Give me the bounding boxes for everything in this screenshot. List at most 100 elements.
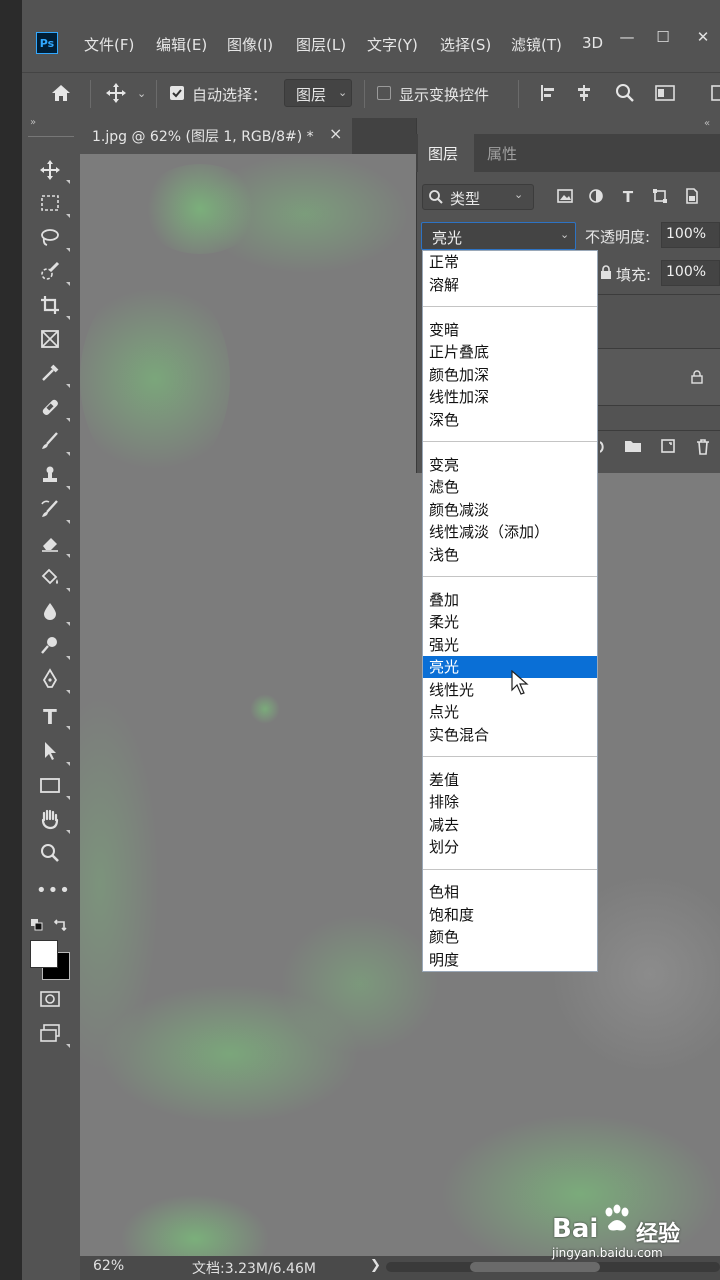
- chevron-down-icon[interactable]: ⌄: [137, 87, 146, 100]
- move-tool-icon[interactable]: [104, 81, 128, 105]
- menu-select[interactable]: 选择(S): [440, 34, 491, 55]
- blend-option[interactable]: 划分: [423, 836, 597, 858]
- photoshop-logo[interactable]: Ps: [36, 32, 58, 54]
- swap-colors-icon[interactable]: [52, 917, 68, 933]
- menu-separator: [423, 306, 597, 307]
- marquee-tool-icon[interactable]: [36, 192, 64, 218]
- eraser-tool-icon[interactable]: [36, 532, 64, 558]
- eyedropper-tool-icon[interactable]: [36, 362, 64, 388]
- frame-tool-icon[interactable]: [36, 328, 64, 354]
- close-window-button[interactable]: ✕: [686, 27, 720, 49]
- new-layer-icon[interactable]: [660, 438, 676, 454]
- move-tool-icon[interactable]: [36, 158, 64, 184]
- quick-mask-icon[interactable]: [36, 988, 64, 1014]
- menu-layer[interactable]: 图层(L): [296, 34, 346, 55]
- blend-option[interactable]: 颜色加深: [423, 364, 597, 386]
- menu-image[interactable]: 图像(I): [227, 34, 273, 55]
- blur-tool-icon[interactable]: [36, 600, 64, 626]
- blend-option[interactable]: 滤色: [423, 476, 597, 498]
- lasso-tool-icon[interactable]: [36, 226, 64, 252]
- trash-icon[interactable]: [695, 438, 711, 456]
- foreground-color-swatch[interactable]: [30, 940, 58, 968]
- zoom-level[interactable]: 62%: [93, 1258, 124, 1274]
- tool-flyout-indicator: [66, 316, 70, 320]
- options-separator: [518, 80, 519, 108]
- healing-brush-tool-icon[interactable]: [36, 396, 64, 422]
- smart-object-filter-icon[interactable]: [682, 188, 702, 206]
- workspace-icon[interactable]: [654, 83, 676, 103]
- brush-tool-icon[interactable]: [36, 430, 64, 456]
- show-transform-checkbox[interactable]: [377, 86, 391, 100]
- home-icon[interactable]: [48, 80, 74, 106]
- options-separator: [90, 80, 91, 108]
- blend-option[interactable]: 变亮: [423, 454, 597, 476]
- blend-option[interactable]: 颜色减淡: [423, 499, 597, 521]
- layer-filter-value: 类型: [450, 190, 481, 208]
- dodge-tool-icon[interactable]: [36, 634, 64, 660]
- menu-filter[interactable]: 滤镜(T): [511, 34, 562, 55]
- blend-option[interactable]: 线性减淡（添加）: [423, 521, 597, 543]
- type-tool-icon[interactable]: T: [36, 704, 64, 730]
- hand-tool-icon[interactable]: [36, 808, 64, 834]
- blend-option[interactable]: 饱和度: [423, 904, 597, 926]
- blend-option[interactable]: 变暗: [423, 319, 597, 341]
- tool-flyout-indicator: [66, 248, 70, 252]
- adjustment-filter-icon[interactable]: [586, 188, 606, 206]
- blend-option[interactable]: 差值: [423, 769, 597, 791]
- blend-option[interactable]: 强光: [423, 634, 597, 656]
- blend-option[interactable]: 颜色: [423, 926, 597, 948]
- crop-tool-icon[interactable]: [36, 294, 64, 320]
- blend-option[interactable]: 溶解: [423, 274, 597, 296]
- blend-option[interactable]: 亮光: [423, 656, 597, 678]
- quick-select-tool-icon[interactable]: [36, 260, 64, 286]
- blend-option[interactable]: 点光: [423, 701, 597, 723]
- blend-option[interactable]: 浅色: [423, 544, 597, 566]
- zoom-tool-icon[interactable]: [36, 842, 64, 868]
- menu-edit[interactable]: 编辑(E): [156, 34, 207, 55]
- blend-option[interactable]: 正常: [423, 251, 597, 273]
- blend-option[interactable]: 正片叠底: [423, 341, 597, 363]
- status-menu-arrow[interactable]: ❯: [370, 1258, 381, 1273]
- share-icon[interactable]: [708, 83, 720, 103]
- history-brush-tool-icon[interactable]: [36, 498, 64, 524]
- paint-bucket-tool-icon[interactable]: [36, 566, 64, 592]
- more-tools-icon[interactable]: •••: [36, 878, 70, 904]
- chevron-down-icon: ⌄: [560, 228, 570, 241]
- scrollbar-thumb[interactable]: [470, 1262, 600, 1272]
- blend-option[interactable]: 实色混合: [423, 724, 597, 746]
- maximize-button[interactable]: ☐: [646, 27, 680, 49]
- close-icon[interactable]: ×: [329, 124, 342, 143]
- shape-filter-icon[interactable]: [650, 188, 670, 206]
- folder-icon[interactable]: [624, 438, 642, 454]
- adjustment-layer-icon[interactable]: [599, 440, 610, 454]
- collapse-arrows-icon[interactable]: »: [30, 117, 36, 128]
- rectangle-tool-icon[interactable]: [36, 774, 64, 800]
- blend-option[interactable]: 排除: [423, 791, 597, 813]
- align-left-icon[interactable]: [538, 83, 558, 103]
- search-icon[interactable]: [614, 82, 636, 104]
- pen-tool-icon[interactable]: [36, 668, 64, 694]
- stamp-tool-icon[interactable]: [36, 464, 64, 490]
- blend-option[interactable]: 叠加: [423, 589, 597, 611]
- tab-properties[interactable]: 属性: [487, 143, 517, 164]
- auto-select-checkbox[interactable]: [170, 86, 184, 100]
- path-select-tool-icon[interactable]: [36, 740, 64, 766]
- blend-option[interactable]: 深色: [423, 409, 597, 431]
- blend-option[interactable]: 线性加深: [423, 386, 597, 408]
- menu-3d[interactable]: 3D: [582, 34, 603, 52]
- pixel-layer-filter-icon[interactable]: [555, 188, 575, 206]
- align-center-icon[interactable]: [574, 83, 594, 103]
- collapse-arrows-icon[interactable]: «: [704, 118, 710, 129]
- lock-all-icon[interactable]: [600, 265, 614, 281]
- menu-type[interactable]: 文字(Y): [367, 34, 418, 55]
- menu-file[interactable]: 文件(F): [84, 34, 134, 55]
- blend-option[interactable]: 明度: [423, 949, 597, 971]
- default-colors-icon[interactable]: [30, 918, 44, 932]
- minimize-button[interactable]: —: [610, 27, 644, 49]
- screen-mode-icon[interactable]: [36, 1022, 64, 1048]
- blend-option[interactable]: 色相: [423, 881, 597, 903]
- type-filter-icon[interactable]: T: [618, 188, 638, 206]
- blend-option[interactable]: 线性光: [423, 679, 597, 701]
- blend-option[interactable]: 减去: [423, 814, 597, 836]
- blend-option[interactable]: 柔光: [423, 611, 597, 633]
